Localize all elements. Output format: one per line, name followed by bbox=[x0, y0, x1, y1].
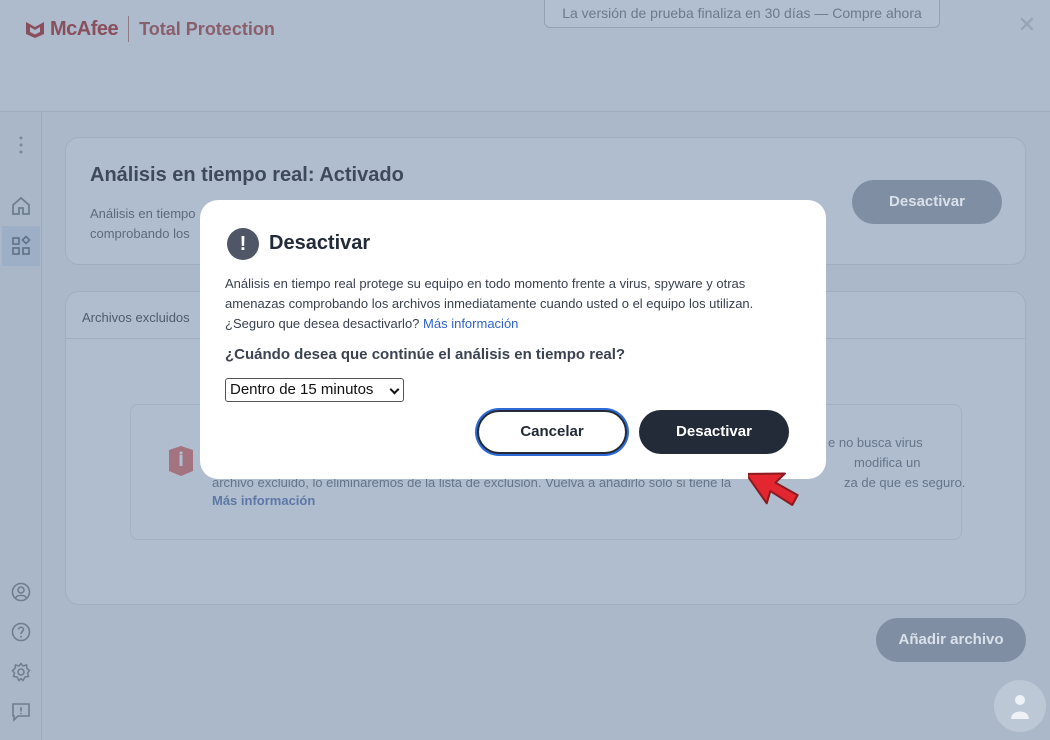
resume-time-select[interactable]: Dentro de 15 minutos bbox=[225, 378, 404, 402]
apps-icon[interactable] bbox=[2, 226, 40, 266]
cancel-button[interactable]: Cancelar bbox=[477, 410, 627, 454]
chevron-down-icon bbox=[389, 384, 400, 395]
dialog-title: Desactivar bbox=[269, 232, 371, 254]
resume-question: ¿Cuándo desea que continúe el análisis e… bbox=[225, 346, 626, 363]
dialog-body-line1: Análisis en tiempo real protege su equip… bbox=[225, 276, 746, 291]
close-icon[interactable]: ✕ bbox=[1018, 12, 1036, 38]
dialog-body: Análisis en tiempo real protege su equip… bbox=[225, 274, 805, 334]
dialog-body-line3-wrap: ¿Seguro que desea desactivarlo? Más info… bbox=[225, 314, 805, 334]
brand-separator bbox=[128, 16, 130, 42]
disable-realtime-button[interactable]: Desactivar bbox=[852, 180, 1002, 224]
title-bar: McAfee Total Protection La versión de pr… bbox=[0, 0, 1050, 112]
confirm-disable-button[interactable]: Desactivar bbox=[639, 410, 789, 454]
empty-text-line1: e no busca virus bbox=[828, 435, 923, 450]
feedback-icon[interactable] bbox=[6, 697, 36, 727]
resume-time-value: Dentro de 15 minutos bbox=[230, 381, 374, 398]
help-icon[interactable] bbox=[6, 617, 36, 647]
home-icon[interactable] bbox=[6, 191, 36, 221]
mcafee-shield-icon bbox=[26, 22, 44, 38]
more-info-link[interactable]: Más información bbox=[212, 493, 315, 508]
brand-logo: McAfee Total Protection bbox=[24, 16, 275, 42]
brand-name: McAfee bbox=[50, 17, 119, 40]
account-icon[interactable] bbox=[6, 577, 36, 607]
add-file-button[interactable]: Añadir archivo bbox=[876, 618, 1026, 662]
realtime-scan-title: Análisis en tiempo real: Activado bbox=[90, 164, 404, 186]
empty-text-line2: modifica un bbox=[854, 455, 921, 470]
exclamation-icon: ! bbox=[227, 228, 259, 260]
trial-banner[interactable]: La versión de prueba finaliza en 30 días… bbox=[544, 0, 940, 28]
pointer-arrow-icon bbox=[748, 472, 799, 506]
watermark-logo bbox=[994, 680, 1046, 732]
product-name: Total Protection bbox=[139, 18, 275, 39]
watermark-person-icon bbox=[1011, 695, 1029, 719]
disable-dialog: ! Desactivar Análisis en tiempo real pro… bbox=[200, 200, 826, 479]
dialog-body-line2: amenazas comprobando los archivos inmedi… bbox=[225, 296, 754, 311]
dialog-more-info-link[interactable]: Más información bbox=[423, 316, 518, 331]
shield-warning-icon bbox=[169, 446, 193, 476]
sidebar bbox=[0, 112, 42, 740]
dialog-body-line3: ¿Seguro que desea desactivarlo? bbox=[225, 316, 420, 331]
settings-icon[interactable] bbox=[6, 657, 36, 687]
excluded-files-label: Archivos excluidos bbox=[82, 310, 190, 325]
empty-text-line3b: za de que es seguro. bbox=[844, 475, 966, 490]
more-vertical-icon[interactable] bbox=[6, 130, 36, 160]
